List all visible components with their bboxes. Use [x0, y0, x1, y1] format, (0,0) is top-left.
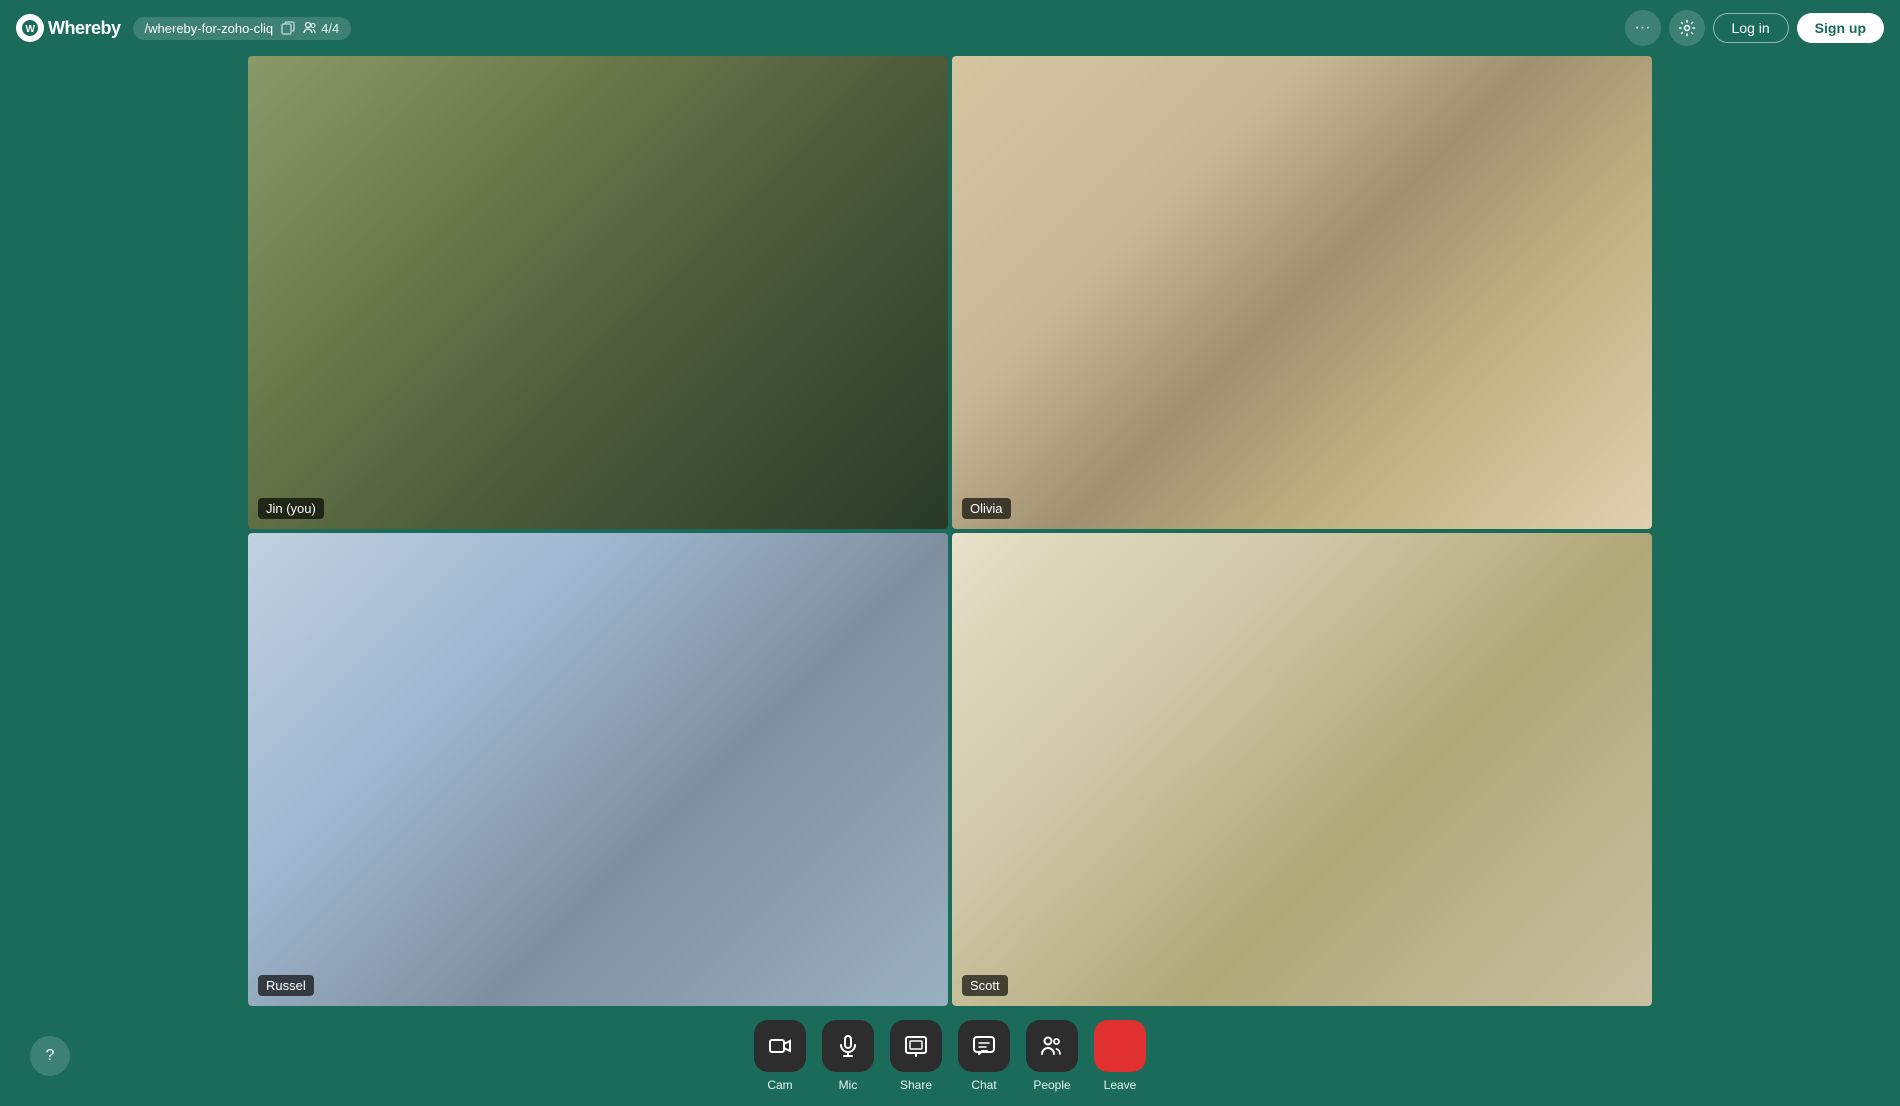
name-tag-scott: Scott	[962, 975, 1008, 996]
video-feed-olivia	[952, 56, 1652, 529]
chat-icon	[972, 1034, 996, 1058]
header-actions: ··· Log in Sign up	[1625, 10, 1884, 46]
video-grid: Jin (you) Olivia Russel Scott	[248, 56, 1652, 1006]
cam-button[interactable]: Cam	[750, 1020, 810, 1092]
name-tag-olivia: Olivia	[962, 498, 1011, 519]
video-cell-russel: Russel	[248, 533, 948, 1006]
people-icon	[1040, 1034, 1064, 1058]
settings-button[interactable]	[1669, 10, 1705, 46]
chat-label: Chat	[971, 1078, 996, 1092]
people-icon-bg	[1026, 1020, 1078, 1072]
video-cell-jin: Jin (you)	[248, 56, 948, 529]
logo-icon: W	[16, 14, 44, 42]
video-cell-scott: Scott	[952, 533, 1652, 1006]
mic-button[interactable]: Mic	[818, 1020, 878, 1092]
leave-icon: ✋	[1107, 1033, 1133, 1059]
video-cell-olivia: Olivia	[952, 56, 1652, 529]
signup-button[interactable]: Sign up	[1797, 13, 1884, 43]
room-pill[interactable]: /whereby-for-zoho-cliq 4/4	[133, 17, 352, 40]
header: W Whereby /whereby-for-zoho-cliq 4/4 ···	[0, 0, 1900, 56]
toolbar: Cam Mic Share	[0, 1006, 1900, 1106]
cam-label: Cam	[767, 1078, 792, 1092]
cam-icon	[768, 1034, 792, 1058]
more-icon: ···	[1635, 19, 1651, 37]
logo-text: Whereby	[48, 18, 121, 39]
video-feed-jin	[248, 56, 948, 529]
logo: W Whereby	[16, 14, 121, 42]
share-label: Share	[900, 1078, 932, 1092]
share-button[interactable]: Share	[886, 1020, 946, 1092]
video-feed-scott	[952, 533, 1652, 1006]
video-feed-russel	[248, 533, 948, 1006]
login-button[interactable]: Log in	[1713, 13, 1789, 43]
name-tag-russel: Russel	[258, 975, 314, 996]
svg-text:W: W	[26, 24, 36, 35]
people-button[interactable]: People	[1022, 1020, 1082, 1092]
leave-icon-bg: ✋	[1094, 1020, 1146, 1072]
chat-button[interactable]: Chat	[954, 1020, 1014, 1092]
copy-icon	[281, 21, 295, 35]
cam-icon-bg	[754, 1020, 806, 1072]
mic-icon-bg	[822, 1020, 874, 1072]
people-label: People	[1033, 1078, 1070, 1092]
room-name: /whereby-for-zoho-cliq	[145, 21, 274, 36]
gear-icon	[1678, 19, 1696, 37]
leave-button[interactable]: ✋ Leave	[1090, 1020, 1150, 1092]
share-icon	[904, 1034, 928, 1058]
leave-label: Leave	[1104, 1078, 1137, 1092]
more-options-button[interactable]: ···	[1625, 10, 1661, 46]
participant-count: 4/4	[303, 21, 339, 36]
mic-icon	[836, 1034, 860, 1058]
help-button[interactable]: ?	[30, 1036, 70, 1076]
chat-icon-bg	[958, 1020, 1010, 1072]
count-text: 4/4	[321, 21, 339, 36]
svg-text:✋: ✋	[1110, 1035, 1133, 1059]
name-tag-jin: Jin (you)	[258, 498, 324, 519]
share-icon-bg	[890, 1020, 942, 1072]
mic-label: Mic	[839, 1078, 858, 1092]
help-icon: ?	[46, 1047, 55, 1065]
